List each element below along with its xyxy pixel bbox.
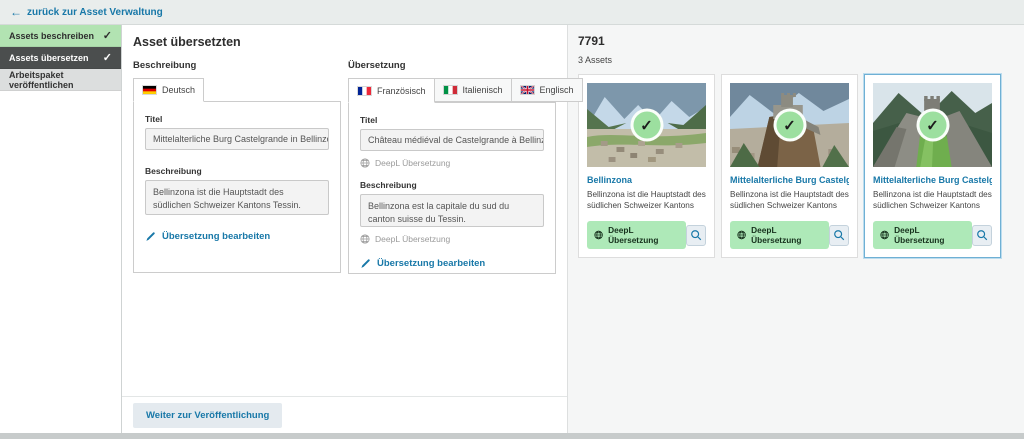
edit-translation-link-fr[interactable]: Übersetzung bearbeiten bbox=[360, 258, 544, 269]
edit-translation-label: Übersetzung bearbeiten bbox=[162, 231, 270, 242]
bottom-strip bbox=[0, 433, 1024, 439]
check-icon: ✓ bbox=[103, 51, 112, 64]
pencil-icon bbox=[145, 231, 156, 242]
asset-image-castle-rock: ✓ bbox=[730, 83, 849, 167]
deepl-badge-label: DeepL Übersetzung bbox=[894, 225, 965, 245]
arrow-left-icon: ← bbox=[10, 6, 22, 18]
globe-icon bbox=[360, 234, 370, 244]
asset-card-description: Bellinzona ist die Hauptstadt des südlic… bbox=[730, 189, 849, 212]
translation-tabs: Französisch Italienisch Englisch bbox=[348, 78, 556, 102]
flag-en-icon bbox=[520, 85, 535, 95]
preview-button[interactable] bbox=[829, 225, 849, 246]
asset-card-description: Bellinzona ist die Hauptstadt des südlic… bbox=[587, 189, 706, 212]
asset-card-title[interactable]: Bellinzona bbox=[587, 175, 706, 185]
tab-englisch[interactable]: Englisch bbox=[511, 78, 583, 102]
sidebar-item-assets-uebersetzen[interactable]: Assets übersetzen ✓ bbox=[0, 47, 121, 69]
deepl-note-beschreibung: DeepL Übersetzung bbox=[360, 234, 544, 244]
asset-card-title[interactable]: Mittelalterliche Burg Castelgrande in bbox=[730, 175, 849, 185]
asset-image-castle-walls: ✓ bbox=[873, 83, 992, 167]
edit-translation-link-de[interactable]: Übersetzung bearbeiten bbox=[145, 231, 329, 242]
translated-check-icon: ✓ bbox=[630, 109, 663, 142]
asset-cards: ✓ Bellinzona Bellinzona ist die Hauptsta… bbox=[578, 74, 1014, 258]
titel-label: Titel bbox=[145, 114, 329, 124]
main-panel: Asset übersetzten Beschreibung Deutsch T… bbox=[122, 25, 567, 433]
deepl-note-label: DeepL Übersetzung bbox=[375, 234, 450, 244]
tab-label: Italienisch bbox=[463, 85, 503, 95]
next-to-publish-button[interactable]: Weiter zur Veröffentlichung bbox=[133, 403, 282, 428]
sidebar-item-arbeitspaket-veroeffentlichen[interactable]: Arbeitspaket veröffentlichen bbox=[0, 69, 121, 91]
description-section-label: Beschreibung bbox=[133, 60, 341, 71]
assets-count: 3 Assets bbox=[578, 55, 1014, 65]
preview-button[interactable] bbox=[686, 225, 706, 246]
tab-label: Französisch bbox=[377, 86, 426, 96]
asset-card-footer: DeepL Übersetzung bbox=[730, 221, 849, 249]
description-tabs: Deutsch bbox=[133, 78, 341, 101]
beschreibung-label: Beschreibung bbox=[360, 180, 544, 190]
asset-card-title[interactable]: Mittelalterliche Burg Castelgrande in bbox=[873, 175, 992, 185]
content-row: Assets beschreiben ✓ Assets übersetzen ✓… bbox=[0, 25, 1024, 433]
asset-card-bellinzona[interactable]: ✓ Bellinzona Bellinzona ist die Hauptsta… bbox=[578, 74, 715, 258]
tab-label: Englisch bbox=[540, 85, 574, 95]
tab-franzoesisch[interactable]: Französisch bbox=[348, 78, 435, 103]
flag-de-icon bbox=[142, 85, 157, 95]
asset-card-castelgrande-rock[interactable]: ✓ Mittelalterliche Burg Castelgrande in … bbox=[721, 74, 858, 258]
preview-button[interactable] bbox=[972, 225, 992, 246]
sidebar-item-label: Arbeitspaket veröffentlichen bbox=[9, 70, 112, 90]
translated-check-icon: ✓ bbox=[916, 109, 949, 142]
magnifier-icon bbox=[976, 229, 988, 241]
edit-translation-label: Übersetzung bearbeiten bbox=[377, 258, 485, 269]
deepl-note-label: DeepL Übersetzung bbox=[375, 158, 450, 168]
back-link[interactable]: ← zurück zur Asset Verwaltung bbox=[10, 6, 163, 18]
description-panel: Titel Mittelalterliche Burg Castelgrande… bbox=[133, 101, 341, 273]
deepl-badge-label: DeepL Übersetzung bbox=[751, 225, 822, 245]
beschreibung-field-fr[interactable]: Bellinzona est la capitale du sud du can… bbox=[360, 194, 544, 227]
titel-field-fr[interactable]: Château médiéval de Castelgrande à Belli… bbox=[360, 129, 544, 151]
flag-fr-icon bbox=[357, 86, 372, 96]
deepl-note-titel: DeepL Übersetzung bbox=[360, 158, 544, 168]
globe-icon bbox=[360, 158, 370, 168]
translation-section-label: Übersetzung bbox=[348, 60, 556, 71]
tab-italienisch[interactable]: Italienisch bbox=[434, 78, 512, 102]
tab-label: Deutsch bbox=[162, 85, 195, 95]
page-title: Asset übersetzten bbox=[133, 35, 567, 49]
globe-icon bbox=[594, 230, 603, 240]
titel-field-de[interactable]: Mittelalterliche Burg Castelgrande in Be… bbox=[145, 128, 329, 150]
sidebar-item-label: Assets beschreiben bbox=[9, 31, 94, 41]
translation-panel: Titel Château médiéval de Castelgrande à… bbox=[348, 102, 556, 274]
check-icon: ✓ bbox=[103, 29, 112, 42]
translation-section: Übersetzung Französisch Italienisch E bbox=[348, 60, 556, 274]
deepl-badge-label: DeepL Übersetzung bbox=[608, 225, 679, 245]
sidebar-item-label: Assets übersetzen bbox=[9, 53, 89, 63]
asset-card-description: Bellinzona ist die Hauptstadt des südlic… bbox=[873, 189, 992, 212]
asset-image-valley: ✓ bbox=[587, 83, 706, 167]
globe-icon bbox=[880, 230, 889, 240]
translated-check-icon: ✓ bbox=[773, 109, 806, 142]
app-window: ← zurück zur Asset Verwaltung Assets bes… bbox=[0, 0, 1024, 439]
deepl-badge: DeepL Übersetzung bbox=[873, 221, 972, 249]
pencil-icon bbox=[360, 258, 371, 269]
magnifier-icon bbox=[833, 229, 845, 241]
beschreibung-label: Beschreibung bbox=[145, 166, 329, 176]
back-link-label: zurück zur Asset Verwaltung bbox=[27, 7, 163, 18]
globe-icon bbox=[737, 230, 746, 240]
magnifier-icon bbox=[690, 229, 702, 241]
tab-deutsch[interactable]: Deutsch bbox=[133, 78, 204, 102]
workpackage-id: 7791 bbox=[578, 34, 1014, 48]
main-footer: Weiter zur Veröffentlichung bbox=[122, 396, 567, 433]
beschreibung-field-de[interactable]: Bellinzona ist die Hauptstadt des südlic… bbox=[145, 180, 329, 215]
titel-label: Titel bbox=[360, 115, 544, 125]
asset-card-castelgrande-walls[interactable]: ✓ Mittelalterliche Burg Castelgrande in … bbox=[864, 74, 1001, 258]
sidebar-steps: Assets beschreiben ✓ Assets übersetzen ✓… bbox=[0, 25, 122, 433]
assets-panel: 7791 3 Assets bbox=[567, 25, 1024, 433]
description-section: Beschreibung Deutsch Titel Mittelalterli… bbox=[133, 60, 341, 274]
top-bar: ← zurück zur Asset Verwaltung bbox=[0, 0, 1024, 25]
deepl-badge: DeepL Übersetzung bbox=[730, 221, 829, 249]
asset-card-footer: DeepL Übersetzung bbox=[587, 221, 706, 249]
deepl-badge: DeepL Übersetzung bbox=[587, 221, 686, 249]
asset-card-footer: DeepL Übersetzung bbox=[873, 221, 992, 249]
sidebar-item-assets-beschreiben[interactable]: Assets beschreiben ✓ bbox=[0, 25, 121, 47]
form-columns: Beschreibung Deutsch Titel Mittelalterli… bbox=[133, 60, 567, 274]
flag-it-icon bbox=[443, 85, 458, 95]
